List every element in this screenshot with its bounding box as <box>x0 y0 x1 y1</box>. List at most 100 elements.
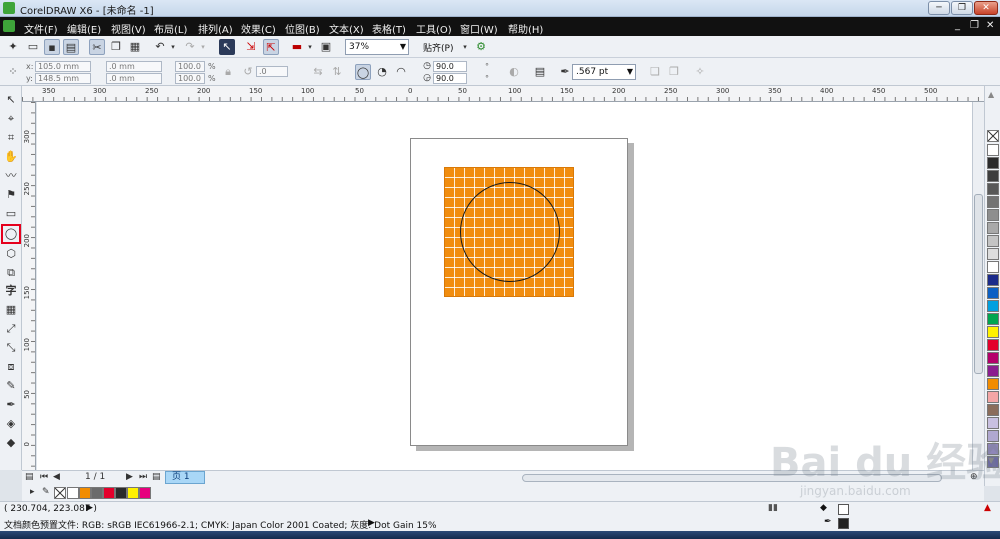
arc-mode-icon[interactable]: ◠ <box>393 64 409 80</box>
palette-swatch[interactable] <box>987 157 999 169</box>
import-icon[interactable]: ⇲ <box>243 39 259 55</box>
welcome-screen-icon[interactable]: ▣ <box>318 39 334 55</box>
menu-layout[interactable]: 布局(L) <box>154 21 187 36</box>
outline-swatch[interactable] <box>838 518 849 529</box>
shape-tool-icon[interactable]: ⌖ <box>3 111 19 127</box>
palette-swatch[interactable] <box>987 222 999 234</box>
object-origin-icon[interactable]: ⁘ <box>5 64 21 80</box>
basic-shapes-tool-icon[interactable]: ⧉ <box>3 265 19 281</box>
add-page-icon[interactable]: ▤ <box>25 472 34 482</box>
palette-swatch[interactable] <box>987 404 999 416</box>
vertical-scrollbar[interactable] <box>972 102 984 470</box>
menu-window[interactable]: 窗口(W) <box>460 21 498 36</box>
crop-tool-icon[interactable]: ⌗ <box>3 130 19 146</box>
eyedropper-tool-icon[interactable]: ✎ <box>3 378 19 394</box>
width-field[interactable]: .0 mm <box>106 61 162 72</box>
add-page-after-icon[interactable]: ▤ <box>152 472 161 482</box>
start-angle-field[interactable]: 90.0 <box>433 61 467 72</box>
end-angle-field[interactable]: 90.0 <box>433 73 467 84</box>
scale-width-field[interactable]: 100.0 <box>175 61 205 72</box>
palette-swatch[interactable] <box>987 352 999 364</box>
doc-close-button[interactable]: ✕ <box>986 20 994 31</box>
palette-scroll-up-icon[interactable]: ▲ <box>988 90 994 99</box>
zoom-tool-icon[interactable]: ✋ <box>3 149 19 165</box>
status-expand-icon[interactable]: ▶ <box>86 503 93 513</box>
document-palette-swatch[interactable] <box>79 487 91 499</box>
menu-view[interactable]: 视图(V) <box>111 21 146 36</box>
palette-swatch[interactable] <box>987 235 999 247</box>
polygon-tool-icon[interactable]: ⬡ <box>3 246 19 262</box>
snap-dropdown-icon[interactable]: ▾ <box>460 39 470 55</box>
horizontal-ruler[interactable]: 350 300 250 200 150 100 50 0 50 100 150 … <box>22 86 984 102</box>
outline-width-select[interactable]: .567 pt ▼ <box>572 64 636 80</box>
fill-swatch[interactable] <box>838 504 849 515</box>
palette-swatch[interactable] <box>987 417 999 429</box>
palette-swatch[interactable] <box>987 209 999 221</box>
table-tool-icon[interactable]: ▦ <box>3 302 19 318</box>
rectangle-tool-icon[interactable]: ▭ <box>3 206 19 222</box>
previous-page-icon[interactable]: ◀ <box>53 472 60 482</box>
to-front-icon[interactable]: ❏ <box>647 64 663 80</box>
print-icon[interactable]: ▤ <box>63 39 79 55</box>
blend-tool-icon[interactable]: ⧈ <box>3 359 19 375</box>
convert-to-curves-icon[interactable]: ✧ <box>692 64 708 80</box>
save-icon[interactable]: ▪ <box>44 39 60 55</box>
copy-icon[interactable]: ❐ <box>108 39 124 55</box>
document-palette-swatch[interactable] <box>115 487 127 499</box>
options-icon[interactable]: ⚙ <box>473 39 489 55</box>
no-color-swatch[interactable] <box>54 487 66 499</box>
search-content-icon[interactable]: ↖ <box>219 39 235 55</box>
palette-play-icon[interactable]: ▸ <box>30 487 35 497</box>
wrap-text-icon[interactable]: ▤ <box>532 64 548 80</box>
palette-swatch[interactable] <box>987 261 999 273</box>
application-launcher-icon[interactable]: ▬ <box>289 39 305 55</box>
interactive-fill-tool-icon[interactable]: ◆ <box>3 435 19 451</box>
fill-tool-icon[interactable]: ◈ <box>3 416 19 432</box>
palette-swatch[interactable] <box>987 183 999 195</box>
ellipse-shape[interactable] <box>460 182 560 282</box>
menu-arrange[interactable]: 排列(A) <box>198 21 233 36</box>
connector-tool-icon[interactable]: ⤡ <box>3 340 19 356</box>
menu-help[interactable]: 帮助(H) <box>508 21 543 36</box>
palette-swatch[interactable] <box>987 170 999 182</box>
next-page-icon[interactable]: ▶ <box>126 472 133 482</box>
ellipse-mode-icon[interactable]: ◯ <box>355 64 371 80</box>
cut-icon[interactable]: ✂ <box>89 39 105 55</box>
pick-tool-icon[interactable]: ↖ <box>3 92 19 108</box>
document-palette-swatch[interactable] <box>139 487 151 499</box>
first-page-icon[interactable]: ⏮ <box>40 472 48 482</box>
zoom-level-select[interactable]: 37% ▼ <box>345 39 409 55</box>
paste-icon[interactable]: ▦ <box>127 39 143 55</box>
dimension-tool-icon[interactable]: ⤢ <box>3 321 19 337</box>
eyedropper-icon[interactable]: ✎ <box>42 487 50 497</box>
document-palette-swatch[interactable] <box>103 487 115 499</box>
rotate-icon[interactable]: ↺ <box>240 64 256 80</box>
mirror-vertical-icon[interactable]: ⇅ <box>329 64 345 80</box>
undo-dropdown-icon[interactable]: ▾ <box>168 39 178 55</box>
mirror-horizontal-icon[interactable]: ⇆ <box>310 64 326 80</box>
doc-minimize-button[interactable]: _ <box>955 20 960 31</box>
palette-swatch[interactable] <box>987 144 999 156</box>
new-document-icon[interactable]: ✦ <box>5 39 21 55</box>
x-position-field[interactable]: 105.0 mm <box>35 61 91 72</box>
scale-height-field[interactable]: 100.0 <box>175 73 205 84</box>
rotation-angle-field[interactable]: .0 <box>256 66 288 77</box>
palette-swatch[interactable] <box>987 326 999 338</box>
palette-swatch[interactable] <box>987 365 999 377</box>
palette-swatch[interactable] <box>987 248 999 260</box>
launcher-dropdown-icon[interactable]: ▾ <box>305 39 315 55</box>
snap-to-menu[interactable]: 贴齐(P) <box>423 41 453 54</box>
text-tool-icon[interactable]: 字 <box>3 283 19 299</box>
vertical-ruler[interactable]: 300 250 200 150 100 50 0 <box>22 102 36 470</box>
to-back-icon[interactable]: ❐ <box>666 64 682 80</box>
close-button[interactable]: ✕ <box>974 1 998 15</box>
lock-ratio-icon[interactable]: 🔒︎ <box>220 64 236 80</box>
maximize-button[interactable]: ❐ <box>951 1 973 15</box>
menu-edit[interactable]: 编辑(E) <box>67 21 101 36</box>
export-icon[interactable]: ⇱ <box>263 39 279 55</box>
last-page-icon[interactable]: ⏭ <box>139 472 147 482</box>
ellipse-tool-icon[interactable]: ◯ <box>1 224 21 244</box>
palette-swatch[interactable] <box>987 274 999 286</box>
page-tab[interactable]: 页 1 <box>165 471 205 484</box>
undo-icon[interactable]: ↶ <box>152 39 168 55</box>
